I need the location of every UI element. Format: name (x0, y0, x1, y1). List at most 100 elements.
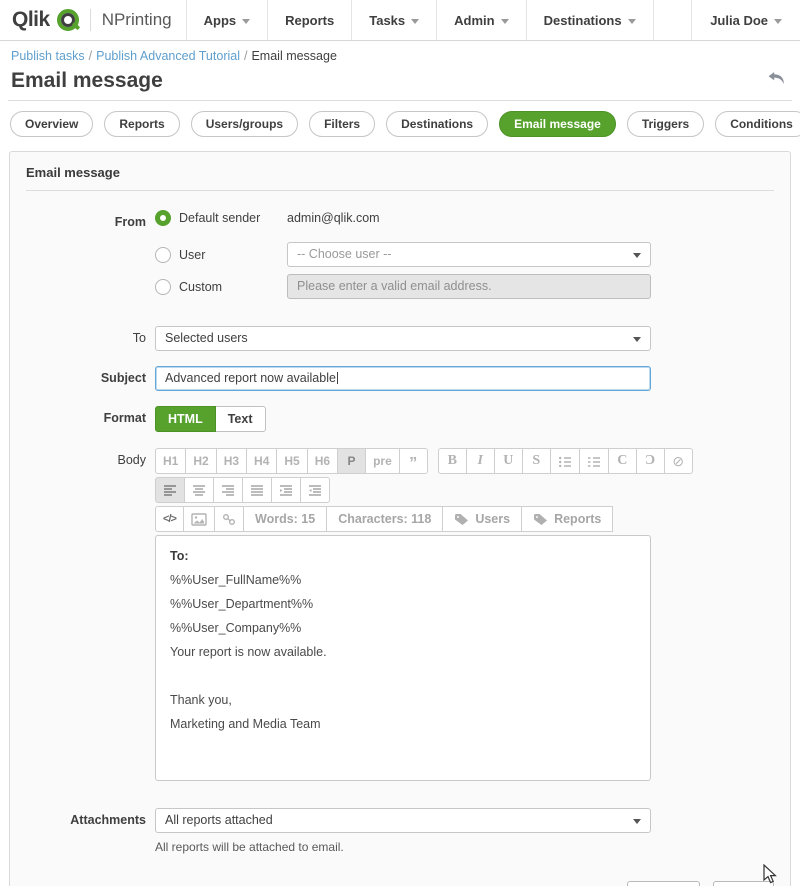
undo-icon[interactable] (765, 69, 788, 93)
subject-label: Subject (10, 366, 155, 391)
heading3-button[interactable]: H3 (216, 448, 247, 474)
select-caret-icon (633, 819, 641, 824)
format-text-button[interactable]: Text (215, 406, 266, 432)
subject-input[interactable]: Advanced report now available (155, 366, 651, 391)
insert-report-variable-button[interactable]: Reports (521, 506, 613, 532)
heading5-button[interactable]: H5 (276, 448, 307, 474)
tag-icon (533, 513, 548, 526)
breadcrumb-link-publish-advanced-tutorial[interactable]: Publish Advanced Tutorial (96, 49, 240, 63)
form-actions: Cancel Save (10, 861, 790, 886)
radio-user[interactable]: User (155, 247, 287, 263)
to-select[interactable]: Selected users (155, 326, 651, 351)
heading6-button[interactable]: H6 (307, 448, 338, 474)
tab-filters[interactable]: Filters (309, 111, 375, 137)
save-button[interactable]: Save (713, 881, 774, 886)
heading2-button[interactable]: H2 (185, 448, 216, 474)
underline-button[interactable]: U (494, 448, 523, 474)
select-caret-icon (633, 337, 641, 342)
chevron-down-icon (774, 19, 782, 24)
preformatted-button[interactable]: pre (365, 448, 400, 474)
heading1-button[interactable]: H1 (155, 448, 186, 474)
page-title: Email message (11, 69, 163, 93)
paragraph-button[interactable]: P (337, 448, 366, 474)
panel-title: Email message (10, 152, 790, 190)
radio-button-icon[interactable] (155, 247, 171, 263)
clear-formatting-icon[interactable]: ⊘ (664, 448, 693, 474)
default-sender-email: admin@qlik.com (287, 211, 380, 225)
tab-conditions[interactable]: Conditions (715, 111, 800, 137)
align-right-icon[interactable] (213, 477, 243, 503)
body-row: Body H1 H2 H3 H4 H5 H6 P pre ” (10, 448, 790, 781)
ordered-list-icon[interactable] (579, 448, 609, 474)
nav-item-reports[interactable]: Reports (267, 0, 351, 40)
outdent-icon[interactable] (300, 477, 330, 503)
tab-overview[interactable]: Overview (10, 111, 93, 137)
character-count: Characters: 118 (326, 506, 443, 532)
chevron-down-icon (411, 19, 419, 24)
top-nav: Qlik NPrinting Apps Reports Tasks Admin (0, 0, 800, 41)
choose-user-select[interactable]: -- Choose user -- (287, 242, 651, 267)
qlik-brand[interactable]: Qlik NPrinting (0, 0, 186, 40)
heading4-button[interactable]: H4 (246, 448, 277, 474)
breadcrumb-link-publish-tasks[interactable]: Publish tasks (11, 49, 85, 63)
radio-button-icon[interactable] (155, 210, 171, 226)
blockquote-icon[interactable]: ” (399, 448, 428, 474)
tab-users-groups[interactable]: Users/groups (191, 111, 298, 137)
attachments-row: Attachments All reports attached All rep… (10, 808, 790, 854)
nprinting-page: Qlik NPrinting Apps Reports Tasks Admin (0, 0, 800, 886)
nav-item-tasks[interactable]: Tasks (351, 0, 436, 40)
radio-custom[interactable]: Custom (155, 279, 287, 295)
radio-button-icon[interactable] (155, 279, 171, 295)
tab-email-message[interactable]: Email message (499, 111, 616, 137)
radio-default-sender[interactable]: Default sender (155, 210, 287, 226)
body-toolbar-row-1: H1 H2 H3 H4 H5 H6 P pre ” B I (155, 448, 651, 474)
format-label: Format (10, 406, 155, 431)
custom-email-input[interactable]: Please enter a valid email address. (287, 274, 651, 299)
chevron-down-icon (242, 19, 250, 24)
user-menu[interactable]: Julia Doe (691, 0, 800, 40)
editor-line: Thank you, (170, 693, 636, 707)
qlik-q-logo-icon (57, 9, 79, 31)
subject-row: Subject Advanced report now available (10, 366, 790, 391)
body-toolbar-row-2 (155, 477, 651, 503)
editor-line: %%User_FullName%% (170, 573, 636, 587)
tag-icon (454, 513, 469, 526)
editor-line (170, 669, 636, 683)
format-html-button[interactable]: HTML (155, 406, 216, 432)
indent-icon[interactable] (271, 477, 301, 503)
chevron-down-icon (628, 19, 636, 24)
nav-item-destinations[interactable]: Destinations (526, 0, 654, 40)
tab-reports[interactable]: Reports (104, 111, 179, 137)
undo-icon[interactable]: C (636, 448, 665, 474)
body-editor[interactable]: To: %%User_FullName%% %%User_Department%… (155, 535, 651, 781)
to-label: To (10, 326, 155, 351)
editor-line: %%User_Department%% (170, 597, 636, 611)
editor-line: %%User_Company%% (170, 621, 636, 635)
redo-icon[interactable]: C (608, 448, 637, 474)
italic-button[interactable]: I (466, 448, 495, 474)
tab-destinations[interactable]: Destinations (386, 111, 488, 137)
nav-item-admin[interactable]: Admin (436, 0, 525, 40)
insert-user-variable-button[interactable]: Users (442, 506, 522, 532)
attachments-label: Attachments (10, 808, 155, 833)
product-name: NPrinting (102, 10, 172, 30)
unordered-list-icon[interactable] (550, 448, 580, 474)
tab-triggers[interactable]: Triggers (627, 111, 704, 137)
from-user-row: User -- Choose user -- (10, 242, 790, 267)
breadcrumb: Publish tasks/Publish Advanced Tutorial/… (0, 41, 800, 65)
strikethrough-button[interactable]: S (522, 448, 551, 474)
email-message-panel: Email message From Default sender admin@… (9, 151, 791, 886)
align-justify-icon[interactable] (242, 477, 272, 503)
breadcrumb-current: Email message (251, 49, 336, 63)
cancel-button[interactable]: Cancel (627, 881, 700, 886)
format-toggle: HTML Text (155, 406, 266, 432)
nav-menu: Apps Reports Tasks Admin Destinations (186, 0, 654, 40)
code-view-icon[interactable]: </> (155, 506, 184, 532)
insert-image-icon[interactable] (183, 506, 215, 532)
nav-item-apps[interactable]: Apps (186, 0, 268, 40)
bold-button[interactable]: B (438, 448, 467, 474)
insert-link-icon[interactable] (214, 506, 244, 532)
align-center-icon[interactable] (184, 477, 214, 503)
attachments-select[interactable]: All reports attached (155, 808, 651, 833)
align-left-icon[interactable] (155, 477, 185, 503)
